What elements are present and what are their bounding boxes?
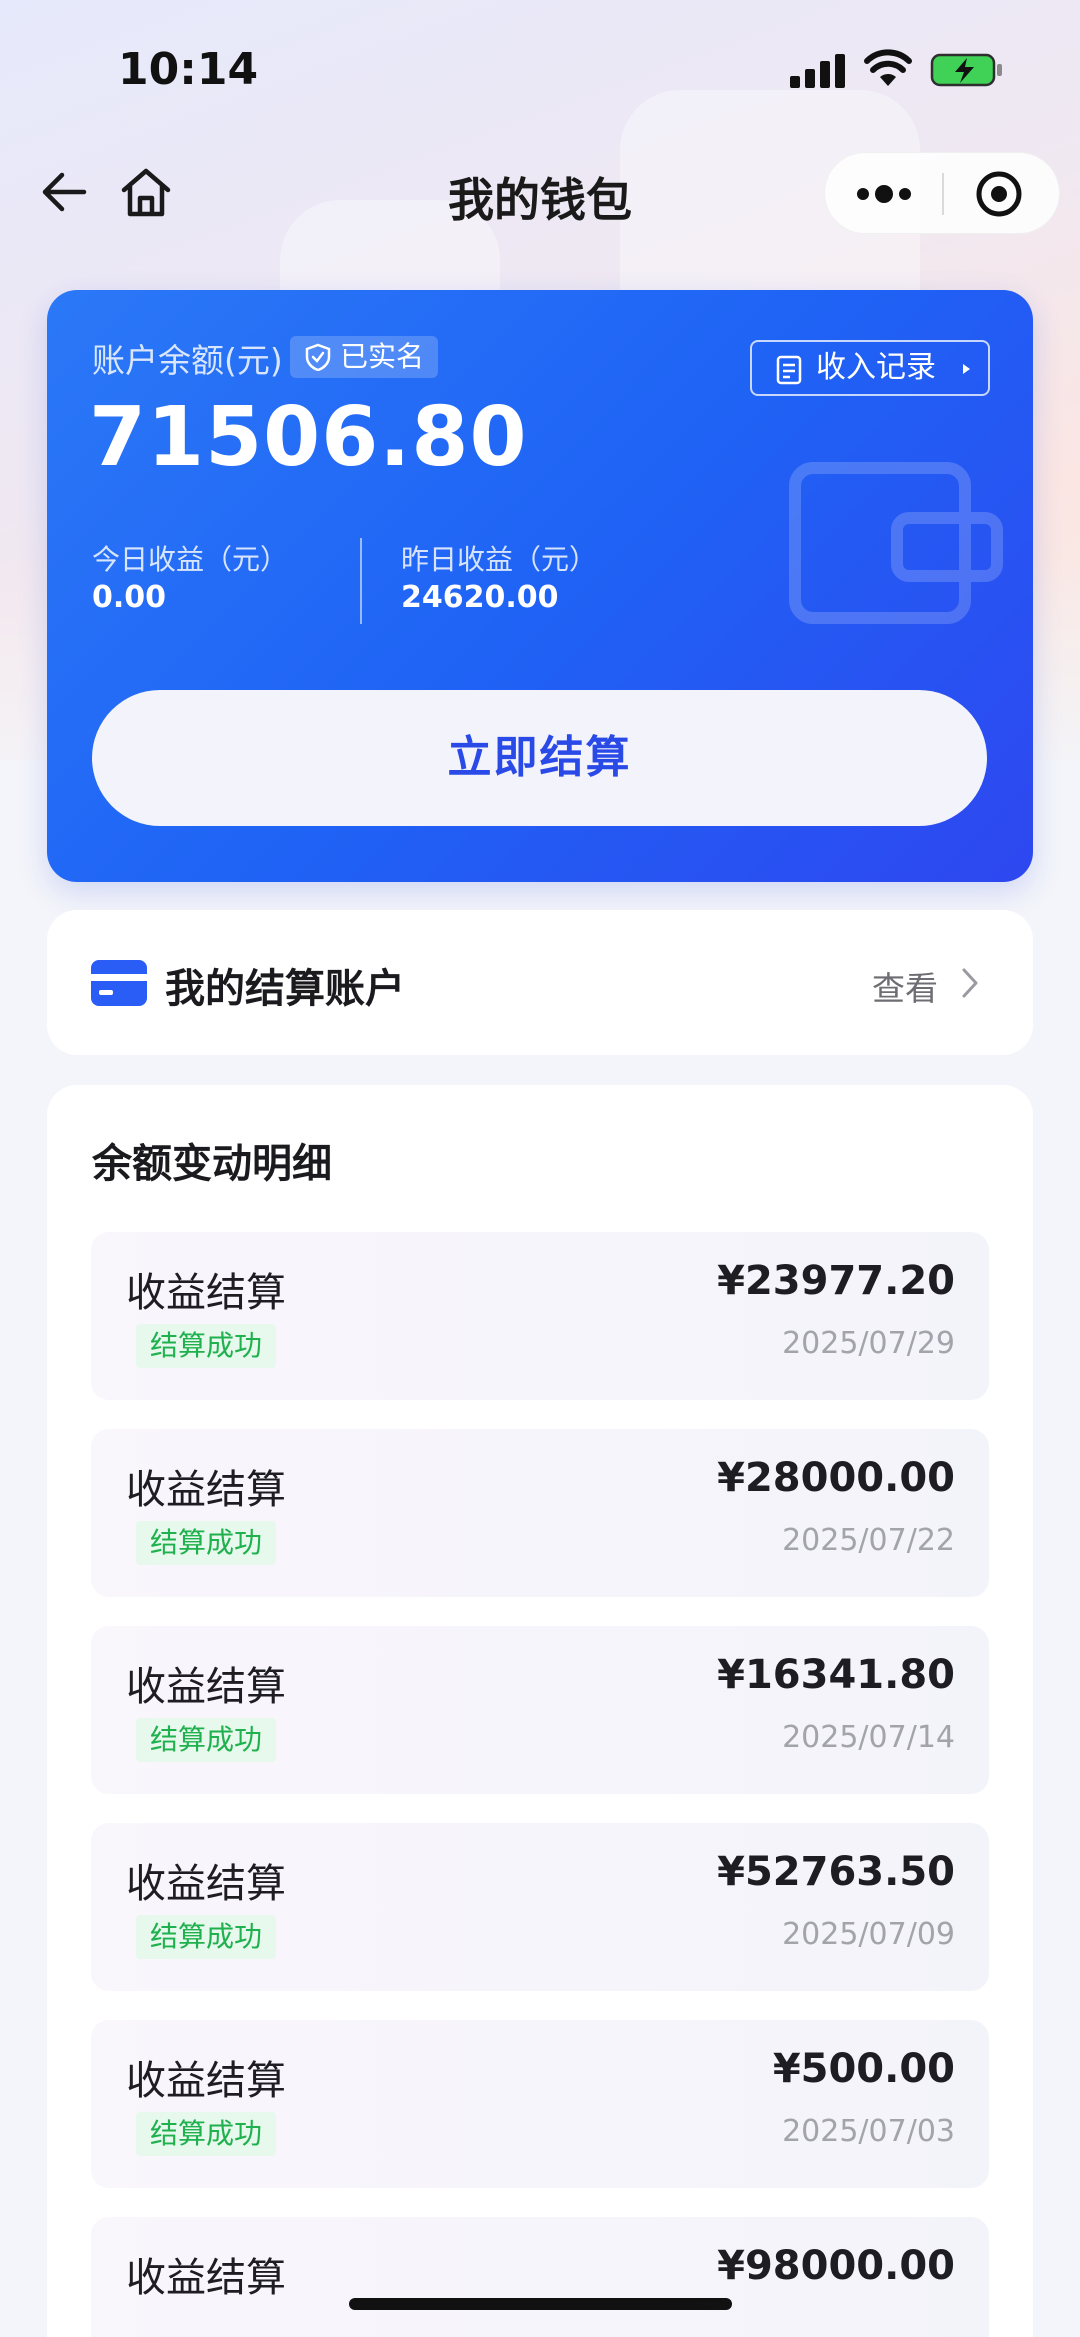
transaction-date: 2025/07/14 [782,1720,955,1755]
doc-icon [776,355,802,385]
balance-detail-card: 余额变动明细 收益结算 结算成功 ¥23977.20 2025/07/29 收益… [47,1085,1033,2337]
status-badge: 结算成功 [136,1324,277,1368]
today-earnings-label: 今日收益（元） [92,543,289,576]
transaction-item[interactable]: 收益结算 结算成功 ¥52763.50 2025/07/09 [91,1823,989,1991]
transaction-item[interactable]: 收益结算 结算成功 ¥23977.20 2025/07/29 [91,1232,989,1400]
status-badge: 结算成功 [136,1718,277,1762]
wifi-icon [864,49,912,86]
income-record-button[interactable]: 收入记录 [750,340,990,396]
transaction-amount: ¥16341.80 [717,1652,955,1698]
transaction-amount: ¥500.00 [772,2046,955,2092]
mini-program-capsule [824,152,1060,234]
balance-card: 账户余额(元) 已实名 收入记录 71506.80 今日收益（元） 0.00 昨… [47,290,1033,882]
view-link[interactable]: 查看 [872,962,938,1010]
yesterday-earnings-value: 24620.00 [401,580,559,615]
transaction-amount: ¥52763.50 [717,1849,955,1895]
verified-badge: 已实名 [290,336,439,378]
status-bar: 10:14 [0,0,1080,140]
transaction-date: 2025/07/22 [782,1523,955,1558]
transaction-date: 2025/07/03 [782,2114,955,2149]
transaction-date: 2025/07/09 [782,1917,955,1952]
transaction-title: 收益结算 [126,2255,286,2301]
verified-label: 已实名 [340,340,425,373]
balance-amount: 71506.80 [89,390,528,485]
settlement-account-title: 我的结算账户 [165,966,405,1012]
battery-icon [930,53,1002,87]
income-record-label: 收入记录 [816,350,936,385]
settle-now-button[interactable]: 立即结算 [92,690,987,826]
transaction-item[interactable]: 收益结算 ¥98000.00 [91,2217,989,2337]
capsule-divider [942,173,944,215]
status-time: 10:14 [118,44,259,95]
transaction-item[interactable]: 收益结算 结算成功 ¥16341.80 2025/07/14 [91,1626,989,1794]
settlement-account-row[interactable]: 我的结算账户 查看 [47,910,1033,1055]
transaction-title: 收益结算 [126,1861,286,1907]
yesterday-earnings-label: 昨日收益（元） [401,543,598,576]
wallet-icon [789,462,1003,624]
more-icon[interactable] [855,175,913,213]
stat-divider [360,538,362,624]
navigation-bar: 我的钱包 [0,140,1080,260]
transaction-item[interactable]: 收益结算 结算成功 ¥28000.00 2025/07/22 [91,1429,989,1597]
status-badge: 结算成功 [136,2112,277,2156]
shield-icon [305,343,331,371]
transaction-title: 收益结算 [126,1664,286,1710]
transaction-amount: ¥98000.00 [717,2243,955,2289]
transaction-title: 收益结算 [126,1467,286,1513]
chevron-right-icon [962,968,978,998]
transaction-item[interactable]: 收益结算 结算成功 ¥500.00 2025/07/03 [91,2020,989,2188]
transaction-amount: ¥28000.00 [717,1455,955,1501]
caret-right-icon [963,364,970,374]
today-earnings-value: 0.00 [92,580,167,615]
target-icon[interactable] [975,170,1023,218]
balance-detail-title: 余额变动明细 [92,1141,332,1187]
status-badge: 结算成功 [136,1915,277,1959]
transaction-title: 收益结算 [126,1270,286,1316]
status-badge: 结算成功 [136,1521,277,1565]
card-icon [91,960,147,1006]
home-indicator [349,2298,732,2310]
balance-label: 账户余额(元) [92,341,283,380]
transaction-date: 2025/07/29 [782,1326,955,1361]
signal-icon [790,52,846,88]
transaction-amount: ¥23977.20 [717,1258,955,1304]
transaction-title: 收益结算 [126,2058,286,2104]
